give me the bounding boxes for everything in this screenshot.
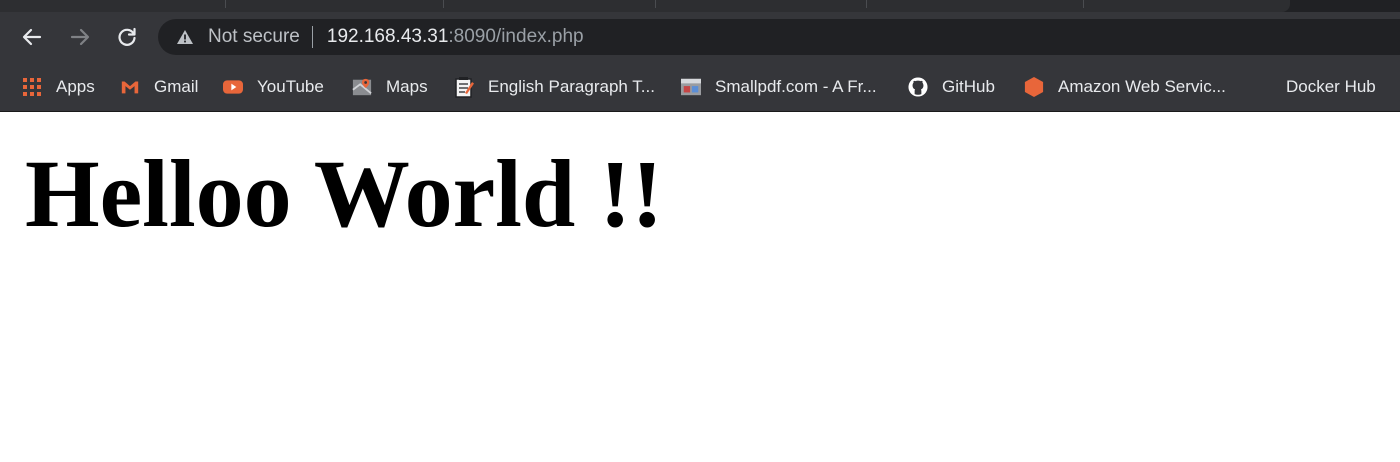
bookmark-github[interactable]: GitHub xyxy=(908,62,995,112)
reload-button[interactable] xyxy=(113,23,141,51)
apps-grid-icon xyxy=(22,77,42,97)
bookmark-label: GitHub xyxy=(942,77,995,96)
bookmark-docker-hub[interactable]: Docker Hub xyxy=(1286,62,1376,112)
bookmark-label: YouTube xyxy=(257,77,324,96)
address-bar[interactable]: Not secure 192.168.43.31:8090/index.php xyxy=(158,19,1400,55)
bookmark-youtube[interactable]: YouTube xyxy=(223,62,324,112)
reload-icon xyxy=(118,27,136,46)
url-host[interactable]: 192.168.43.31 xyxy=(327,26,449,48)
bookmark-apps[interactable]: Apps xyxy=(22,62,95,112)
url-path[interactable]: :8090/index.php xyxy=(448,26,583,48)
bookmark-label: Smallpdf.com - A Fr... xyxy=(715,77,877,96)
bookmark-gmail[interactable]: Gmail xyxy=(120,62,198,112)
gmail-icon xyxy=(120,77,140,97)
bookmark-maps[interactable]: Maps xyxy=(352,62,428,112)
tab-strip xyxy=(0,0,1400,12)
page-heading: Helloo World !! xyxy=(25,140,664,247)
tab-strip-background xyxy=(0,0,1290,12)
bookmarks-bar: Apps Gmail YouTube Maps English Paragrap… xyxy=(0,62,1400,112)
bookmark-amazon-web-services[interactable]: Amazon Web Servic... xyxy=(1024,62,1226,112)
browser-toolbar: Not secure 192.168.43.31:8090/index.php xyxy=(0,12,1400,62)
tab-divider xyxy=(655,0,656,8)
bookmark-label: Maps xyxy=(386,77,428,96)
aws-hexagon-icon xyxy=(1024,77,1044,97)
bookmark-smallpdf[interactable]: Smallpdf.com - A Fr... xyxy=(681,62,877,112)
page-content: Helloo World !! xyxy=(0,146,1400,242)
maps-icon xyxy=(352,77,372,97)
security-status-label[interactable]: Not secure xyxy=(208,26,300,48)
tab-divider xyxy=(443,0,444,8)
bookmark-label: Apps xyxy=(56,77,95,96)
tab-divider xyxy=(1083,0,1084,8)
bookmark-english-paragraph[interactable]: English Paragraph T... xyxy=(454,62,655,112)
tab-divider xyxy=(225,0,226,8)
back-arrow-icon xyxy=(22,28,42,46)
address-separator xyxy=(311,26,313,48)
bookmark-label: Docker Hub xyxy=(1286,77,1376,96)
smallpdf-icon xyxy=(681,77,701,97)
bookmark-label: Gmail xyxy=(154,77,199,96)
bookmark-label: Amazon Web Servic... xyxy=(1058,77,1226,96)
youtube-icon xyxy=(223,77,243,97)
tab-divider xyxy=(866,0,867,8)
forward-arrow-icon xyxy=(70,28,90,46)
notepad-icon xyxy=(454,77,474,98)
github-icon xyxy=(908,77,928,97)
bookmark-label: English Paragraph T... xyxy=(488,77,655,96)
forward-button[interactable] xyxy=(66,23,94,51)
back-button[interactable] xyxy=(18,23,46,51)
warning-triangle-icon[interactable] xyxy=(176,28,194,46)
